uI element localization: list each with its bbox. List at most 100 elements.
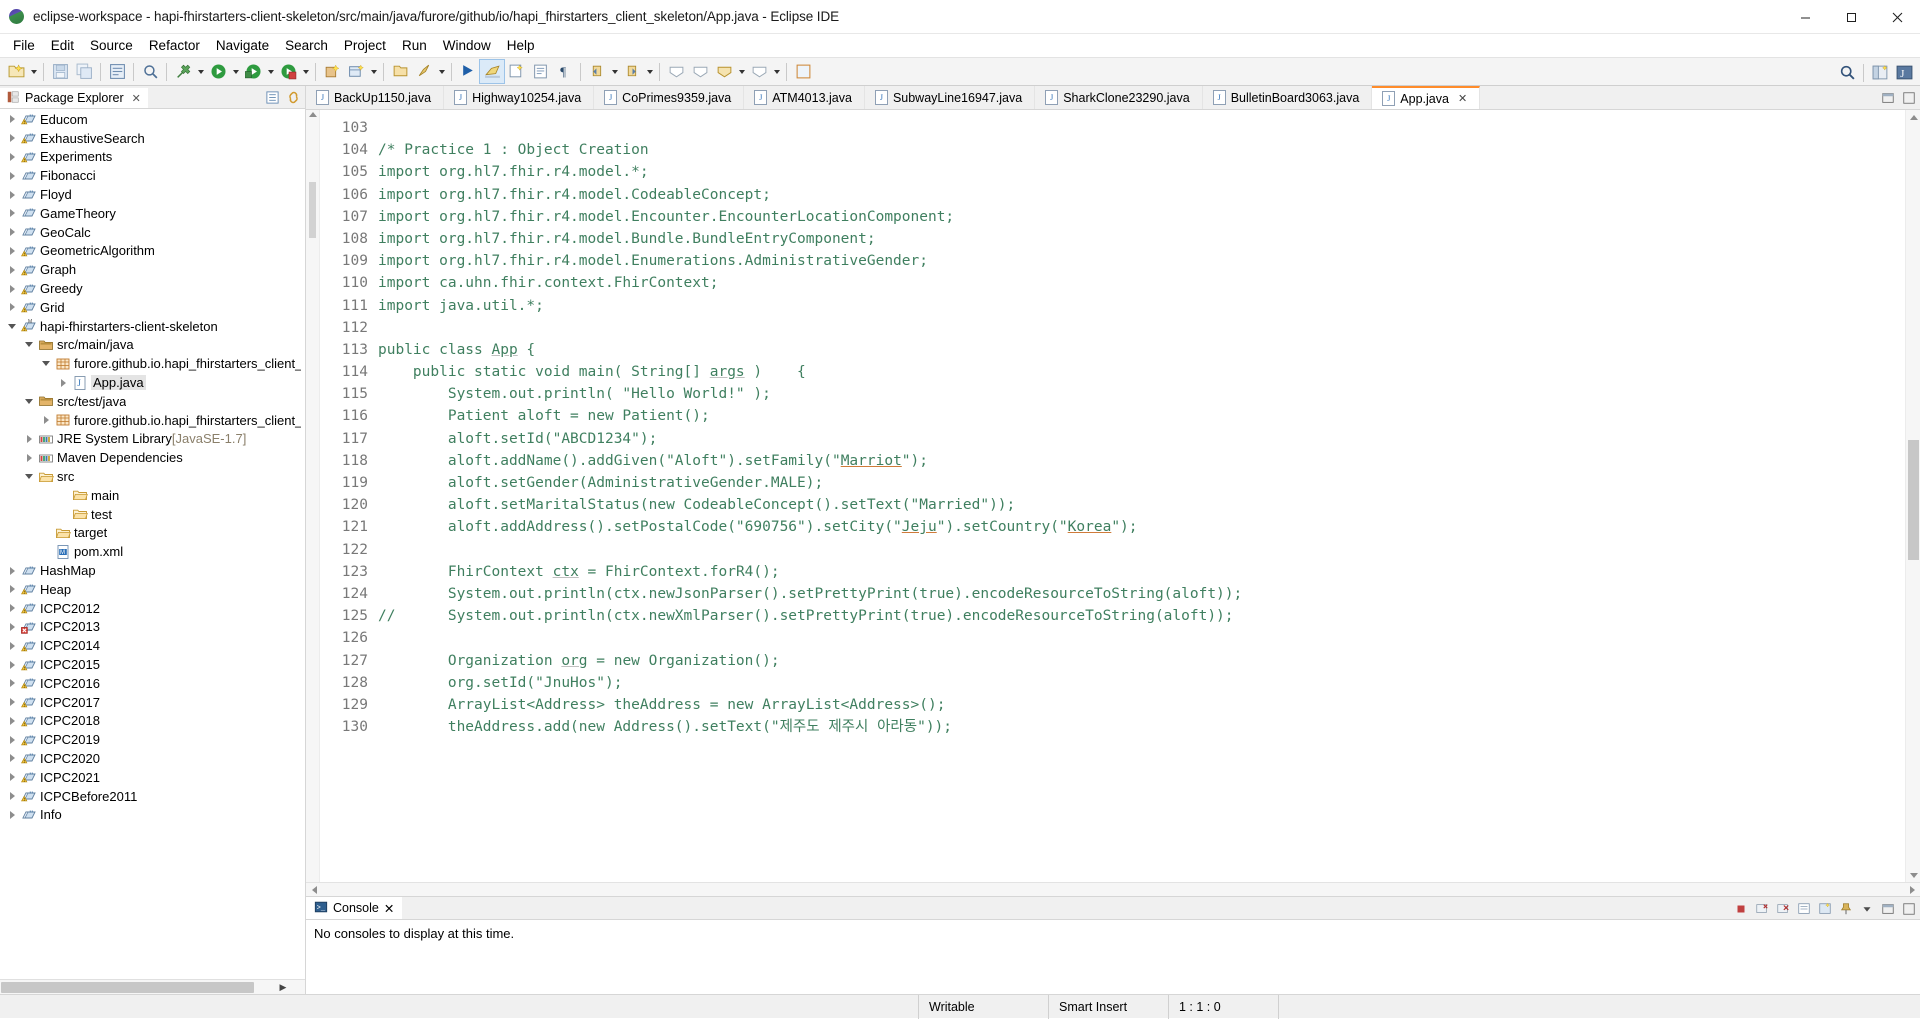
tree-item-test[interactable]: test xyxy=(0,505,305,524)
code-line[interactable]: import ca.uhn.fhir.context.FhirContext; xyxy=(378,272,1905,294)
remove-launch-icon[interactable] xyxy=(1753,900,1770,917)
chevron-down-icon[interactable] xyxy=(21,474,37,479)
maximize-console-icon[interactable] xyxy=(1900,900,1917,917)
editor-left-ruler[interactable] xyxy=(306,110,320,882)
close-icon[interactable]: ✕ xyxy=(132,92,141,105)
chevron-down-icon[interactable] xyxy=(21,399,37,404)
tree-item-src-test-java[interactable]: src/test/java xyxy=(0,392,305,411)
annotation-nav-icon[interactable] xyxy=(664,60,688,83)
editor-tab-bulletinboard3063-java[interactable]: J BulletinBoard3063.java xyxy=(1203,86,1373,109)
editor-horizontal-scrollbar[interactable] xyxy=(306,882,1920,896)
maximize-button[interactable] xyxy=(1828,0,1874,34)
link-with-editor-icon[interactable] xyxy=(285,89,302,106)
print-icon[interactable] xyxy=(105,60,129,83)
tree-item-jre-system-library[interactable]: JRE System Library [JavaSE-1.7] xyxy=(0,430,305,449)
menu-navigate[interactable]: Navigate xyxy=(208,36,277,55)
code-line[interactable]: Patient aloft = new Patient(); xyxy=(378,405,1905,427)
tree-item-icpc2016[interactable]: ICPC2016 xyxy=(0,674,305,693)
previous-annotation-icon[interactable] xyxy=(528,60,552,83)
menu-edit[interactable]: Edit xyxy=(43,36,82,55)
editor-tab-highway10254-java[interactable]: J Highway10254.java xyxy=(444,86,595,109)
minimize-button[interactable] xyxy=(1782,0,1828,34)
skip-breakpoints-icon[interactable] xyxy=(456,60,480,83)
chevron-right-icon[interactable] xyxy=(55,379,71,387)
forward-dropdown-arrow[interactable] xyxy=(644,60,655,83)
tree-item-main[interactable]: main xyxy=(0,486,305,505)
next-annotation-icon[interactable] xyxy=(504,60,528,83)
toggle-mark-occurrences-icon[interactable] xyxy=(138,60,162,83)
explorer-scroll-thumb[interactable] xyxy=(1,982,254,993)
editor-tab-backup1150-java[interactable]: J BackUp1150.java xyxy=(306,86,445,109)
tree-item-greedy[interactable]: Greedy xyxy=(0,279,305,298)
open-console-icon[interactable] xyxy=(1816,900,1833,917)
close-icon[interactable]: ✕ xyxy=(1458,92,1467,105)
back-dropdown-arrow[interactable] xyxy=(609,60,620,83)
terminate-icon[interactable] xyxy=(1732,900,1749,917)
coverage-dropdown-arrow[interactable] xyxy=(300,60,311,83)
java-perspective-icon[interactable]: J xyxy=(1892,61,1916,84)
new-wizard-icon[interactable] xyxy=(4,60,28,83)
console-view-menu-icon[interactable] xyxy=(1858,900,1875,917)
tree-item-icpc2020[interactable]: ICPC2020 xyxy=(0,749,305,768)
tree-item-src-main-java[interactable]: src/main/java xyxy=(0,336,305,355)
display-selected-console-icon[interactable] xyxy=(1795,900,1812,917)
menu-help[interactable]: Help xyxy=(499,36,543,55)
close-icon[interactable]: ✕ xyxy=(384,901,394,916)
scroll-left-arrow[interactable] xyxy=(306,883,322,897)
chevron-right-icon[interactable] xyxy=(21,454,37,462)
maximize-editor-icon[interactable] xyxy=(1900,90,1917,107)
tree-item-hapi-fhirstarters-client-skeleton[interactable]: Mhapi-fhirstarters-client-skeleton xyxy=(0,317,305,336)
chevron-right-icon[interactable] xyxy=(4,134,20,142)
chevron-right-icon[interactable] xyxy=(4,811,20,819)
chevron-right-icon[interactable] xyxy=(4,679,20,687)
menu-file[interactable]: File xyxy=(5,36,43,55)
chevron-right-icon[interactable] xyxy=(4,736,20,744)
open-type-icon[interactable] xyxy=(388,60,412,83)
new-wizard-dropdown-arrow[interactable] xyxy=(28,60,39,83)
tree-item-exhaustivesearch[interactable]: ExhaustiveSearch xyxy=(0,129,305,148)
tree-item-geocalc[interactable]: GeoCalc xyxy=(0,223,305,242)
code-line[interactable] xyxy=(378,539,1905,561)
left-ruler-thumb[interactable] xyxy=(309,182,316,238)
minimize-console-icon[interactable] xyxy=(1879,900,1896,917)
annotation-nav-dropdown-arrow[interactable] xyxy=(736,60,747,83)
chevron-right-icon[interactable] xyxy=(4,228,20,236)
open-file-icon[interactable] xyxy=(791,60,815,83)
code-line[interactable]: /* Practice 1 : Object Creation xyxy=(378,139,1905,161)
close-button[interactable] xyxy=(1874,0,1920,34)
editor-vertical-scrollbar[interactable] xyxy=(1905,110,1920,882)
menu-source[interactable]: Source xyxy=(82,36,141,55)
editor-tab-sharkclone23290-java[interactable]: J SharkClone23290.java xyxy=(1035,86,1203,109)
tab-package-explorer[interactable]: Package Explorer ✕ xyxy=(0,86,148,108)
tree-item-info[interactable]: Info xyxy=(0,805,305,824)
tree-item-icpc2021[interactable]: ICPC2021 xyxy=(0,768,305,787)
code-line[interactable]: import org.hl7.fhir.r4.model.*; xyxy=(378,161,1905,183)
chevron-right-icon[interactable] xyxy=(4,303,20,311)
chevron-down-icon[interactable] xyxy=(4,324,20,329)
scroll-down-arrow[interactable] xyxy=(1906,868,1920,882)
code-line[interactable]: // System.out.println(ctx.newXmlParser()… xyxy=(378,605,1905,627)
chevron-right-icon[interactable] xyxy=(4,792,20,800)
code-line[interactable]: aloft.setGender(AdministrativeGender.MAL… xyxy=(378,472,1905,494)
code-line[interactable] xyxy=(378,117,1905,139)
editor-vscroll-thumb[interactable] xyxy=(1908,440,1919,560)
forward-icon[interactable] xyxy=(620,60,644,83)
pin-console-icon[interactable] xyxy=(1837,900,1854,917)
chevron-right-icon[interactable] xyxy=(4,247,20,255)
code-line[interactable]: aloft.setMaritalStatus(new CodeableConce… xyxy=(378,494,1905,516)
tab-console[interactable]: >_ Console ✕ xyxy=(306,897,403,919)
left-ruler-up-arrow[interactable] xyxy=(309,112,317,117)
external-tools-dropdown-arrow[interactable] xyxy=(195,60,206,83)
tree-item-grid[interactable]: Grid xyxy=(0,298,305,317)
code-line[interactable]: theAddress.add(new Address().setText("제주… xyxy=(378,716,1905,738)
chevron-right-icon[interactable] xyxy=(4,623,20,631)
back-icon[interactable] xyxy=(585,60,609,83)
chevron-right-icon[interactable] xyxy=(4,585,20,593)
tree-item-pom-xml[interactable]: Mpom.xml xyxy=(0,542,305,561)
code-line[interactable]: System.out.println( "Hello World!" ); xyxy=(378,383,1905,405)
tree-item-floyd[interactable]: Floyd xyxy=(0,185,305,204)
source-code-text[interactable]: /* Practice 1 : Object Creation import or… xyxy=(376,110,1905,882)
chevron-right-icon[interactable] xyxy=(4,153,20,161)
coverage-icon[interactable] xyxy=(276,60,300,83)
editor-tab-subwayline16947-java[interactable]: J SubwayLine16947.java xyxy=(865,86,1036,109)
